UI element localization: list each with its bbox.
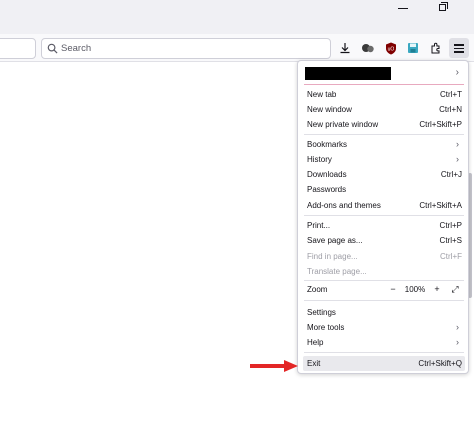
menu-item-zoom: Zoom − 100% + ⤢: [303, 282, 465, 297]
search-input[interactable]: Search: [41, 38, 331, 59]
menu-separator: [304, 300, 464, 301]
menu-item-help[interactable]: Help ›: [303, 335, 465, 350]
annotation-arrow-icon: [250, 360, 298, 372]
chevron-right-icon: ›: [455, 67, 459, 78]
menu-item-history[interactable]: History ›: [303, 152, 465, 167]
svg-text:uO: uO: [388, 46, 395, 52]
menu-separator: [304, 215, 464, 216]
menu-item-new-window[interactable]: New window Ctrl+N: [303, 102, 465, 117]
save-icon[interactable]: [404, 39, 422, 57]
zoom-out-button[interactable]: −: [386, 282, 400, 297]
menu-item-passwords[interactable]: Passwords: [303, 182, 465, 197]
hamburger-menu-icon[interactable]: [449, 38, 469, 58]
menu-separator: [304, 352, 464, 353]
menu-separator: [304, 134, 464, 135]
navigation-toolbar: Search uO: [0, 34, 474, 62]
zoom-in-button[interactable]: +: [430, 282, 444, 297]
extensions-icon[interactable]: [427, 39, 445, 57]
menu-separator: [304, 280, 464, 281]
redacted-account-name: [305, 67, 391, 80]
menu-item-settings[interactable]: Settings: [303, 305, 465, 320]
menu-item-bookmarks[interactable]: Bookmarks ›: [303, 137, 465, 152]
account-item[interactable]: ›: [303, 65, 465, 85]
ublock-icon[interactable]: uO: [382, 39, 400, 57]
chevron-right-icon: ›: [456, 154, 459, 164]
download-icon[interactable]: [336, 39, 354, 57]
search-placeholder: Search: [61, 43, 92, 54]
title-bar: [0, 0, 474, 34]
search-icon: [47, 43, 58, 54]
zoom-controls: − 100% + ⤢: [386, 282, 462, 297]
chevron-right-icon: ›: [456, 322, 459, 332]
menu-item-print[interactable]: Print... Ctrl+P: [303, 218, 465, 233]
zoom-reset-button[interactable]: 100%: [400, 282, 430, 297]
url-bar[interactable]: [0, 38, 36, 59]
menu-item-new-private-window[interactable]: New private window Ctrl+Skift+P: [303, 117, 465, 132]
menu-item-downloads[interactable]: Downloads Ctrl+J: [303, 167, 465, 182]
app-menu-panel: › New tab Ctrl+T New window Ctrl+N New p…: [297, 60, 469, 374]
restore-button[interactable]: [424, 0, 464, 18]
menu-item-exit[interactable]: Exit Ctrl+Skift+Q: [303, 356, 465, 371]
fullscreen-icon[interactable]: ⤢: [448, 282, 462, 297]
chevron-right-icon: ›: [456, 337, 459, 347]
chevron-right-icon: ›: [456, 139, 459, 149]
extension-puzzle-icon[interactable]: [359, 39, 377, 57]
menu-item-find-in-page[interactable]: Find in page... Ctrl+F: [303, 249, 465, 264]
menu-item-save-page-as[interactable]: Save page as... Ctrl+S: [303, 233, 465, 248]
menu-item-addons-themes[interactable]: Add-ons and themes Ctrl+Skift+A: [303, 198, 465, 213]
profile-divider: [304, 84, 464, 85]
menu-item-new-tab[interactable]: New tab Ctrl+T: [303, 87, 465, 102]
minimize-button[interactable]: [384, 0, 424, 18]
menu-item-more-tools[interactable]: More tools ›: [303, 320, 465, 335]
menu-item-translate-page[interactable]: Translate page...: [303, 264, 465, 279]
